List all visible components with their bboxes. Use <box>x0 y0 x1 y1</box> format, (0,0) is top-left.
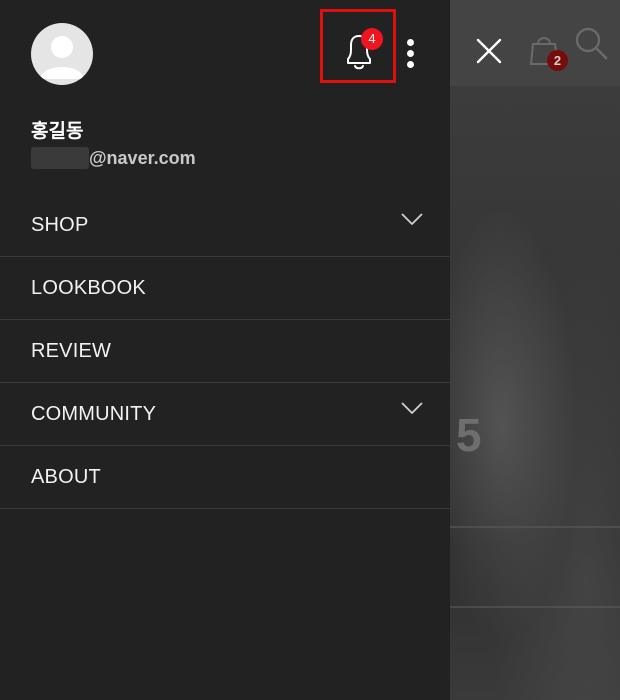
bell-icon <box>347 35 371 70</box>
cart-count-badge: 2 <box>547 50 568 71</box>
menu-item-label: LOOKBOOK <box>31 277 146 299</box>
email-redacted-part <box>31 147 89 169</box>
menu-item-about[interactable]: ABOUT <box>0 446 450 509</box>
menu-item-community[interactable]: COMMUNITY <box>0 383 450 446</box>
menu-item-lookbook[interactable]: LOOKBOOK <box>0 257 450 320</box>
search-button[interactable] <box>572 24 612 64</box>
side-drawer: 4 홍길동 @naver.com SHOP LOOKBOOK REVIEW CO… <box>0 0 450 700</box>
more-options-button[interactable] <box>402 36 420 70</box>
email-domain: @naver.com <box>89 147 196 168</box>
user-avatar-icon <box>40 36 84 79</box>
menu-item-review[interactable]: REVIEW <box>0 320 450 383</box>
menu-item-label: COMMUNITY <box>31 403 157 425</box>
background-digit: 5 <box>456 409 482 461</box>
menu-item-label: SHOP <box>31 214 89 236</box>
notification-count-badge: 4 <box>361 28 383 50</box>
close-drawer-button[interactable] <box>470 32 508 70</box>
user-email: @naver.com <box>31 147 196 169</box>
menu-item-label: REVIEW <box>31 340 112 362</box>
menu-item-label: ABOUT <box>31 466 101 488</box>
user-avatar[interactable] <box>31 23 93 85</box>
chevron-down-icon[interactable] <box>400 212 424 226</box>
menu-item-shop[interactable]: SHOP <box>0 194 450 257</box>
notifications-button[interactable] <box>324 12 396 84</box>
close-icon <box>476 38 502 64</box>
drawer-menu: SHOP LOOKBOOK REVIEW COMMUNITY ABOUT <box>0 194 450 509</box>
search-icon <box>575 27 608 60</box>
user-name: 홍길동 <box>31 120 84 142</box>
chevron-down-icon[interactable] <box>400 401 424 415</box>
app-screen: 5 2 4 홍길동 @naver.com SHOP LOOKBOOK REVIE… <box>0 0 620 700</box>
background-hero-image <box>450 86 620 700</box>
